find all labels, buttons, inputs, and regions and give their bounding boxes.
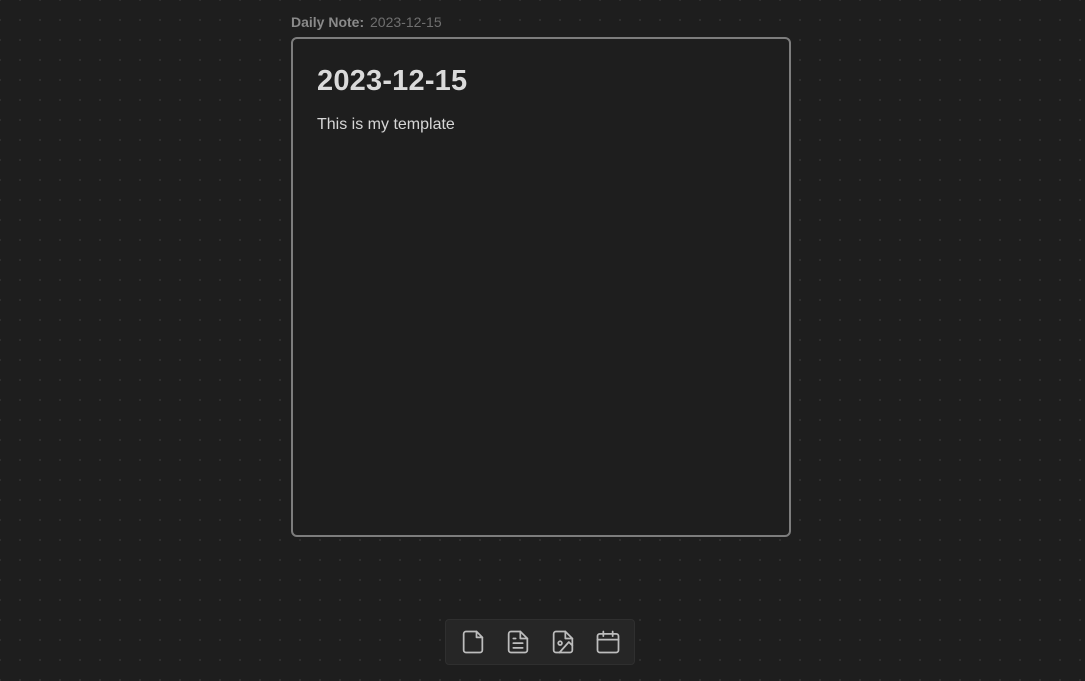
add-media-button[interactable]	[545, 624, 581, 660]
note-body: This is my template	[317, 116, 455, 133]
card-content: 2023-12-15 This is my template	[293, 39, 789, 160]
image-file-icon	[552, 630, 573, 654]
calendar-icon	[596, 630, 619, 654]
note-icon	[507, 630, 528, 654]
canvas-toolbar	[445, 619, 635, 665]
add-daily-note-button[interactable]	[590, 624, 626, 660]
add-card-button[interactable]	[455, 624, 491, 660]
card-label: Daily Note: 2023-12-15	[291, 14, 442, 30]
file-icon	[462, 630, 483, 654]
card-label-key: Daily Note:	[291, 14, 365, 30]
add-note-button[interactable]	[500, 624, 536, 660]
daily-note-card[interactable]: 2023-12-15 This is my template	[291, 37, 791, 537]
card-label-value: 2023-12-15	[370, 14, 442, 30]
note-title: 2023-12-15	[317, 65, 468, 97]
